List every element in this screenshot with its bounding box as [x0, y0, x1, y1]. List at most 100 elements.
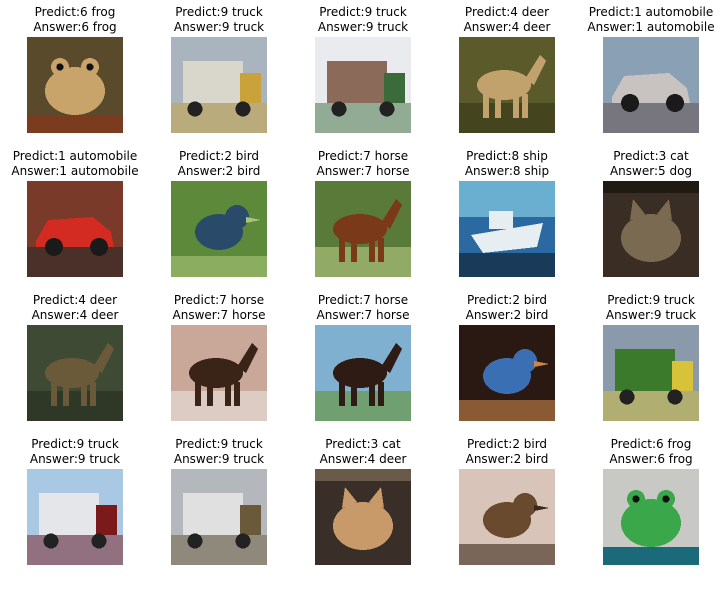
predict-label: Predict:1 automobile: [12, 149, 138, 163]
answer-label: Answer:9 truck: [317, 20, 409, 34]
thumbnail-cat-17: [315, 469, 411, 565]
answer-label: Answer:9 truck: [29, 452, 121, 466]
prediction-cell: Predict:2 bird Answer:2 bird: [435, 293, 579, 433]
answer-label: Answer:6 frog: [33, 20, 117, 34]
thumbnail-cat-9: [603, 181, 699, 277]
image-thumbnail: [27, 469, 123, 565]
thumbnail-truck-1: [171, 37, 267, 133]
answer-label: Answer:9 truck: [173, 20, 265, 34]
image-thumbnail: [603, 469, 699, 565]
thumbnail-ship-8: [459, 181, 555, 277]
thumbnail-deer-3: [459, 37, 555, 133]
answer-label: Answer:9 truck: [173, 452, 265, 466]
image-thumbnail: [603, 325, 699, 421]
predict-label: Predict:9 truck: [175, 437, 263, 451]
answer-label: Answer:4 deer: [463, 20, 551, 34]
thumbnail-automobile-4: [603, 37, 699, 133]
thumbnail-truck-2: [315, 37, 411, 133]
thumbnail-bird-18: [459, 469, 555, 565]
predict-label: Predict:3 cat: [613, 149, 689, 163]
predict-label: Predict:9 truck: [31, 437, 119, 451]
prediction-cell: Predict:4 deer Answer:4 deer: [3, 293, 147, 433]
predict-label: Predict:6 frog: [610, 437, 692, 451]
answer-label: Answer:9 truck: [605, 308, 697, 322]
prediction-cell: Predict:9 truck Answer:9 truck: [3, 437, 147, 577]
predict-label: Predict:4 deer: [32, 293, 118, 307]
answer-label: Answer:2 bird: [465, 452, 549, 466]
image-thumbnail: [171, 469, 267, 565]
predict-label: Predict:9 truck: [607, 293, 695, 307]
thumbnail-horse-7: [315, 181, 411, 277]
prediction-cell: Predict:6 frog Answer:6 frog: [579, 437, 721, 577]
prediction-cell: Predict:3 cat Answer:4 deer: [291, 437, 435, 577]
answer-label: Answer:6 frog: [609, 452, 693, 466]
prediction-cell: Predict:8 ship Answer:8 ship: [435, 149, 579, 289]
answer-label: Answer:5 dog: [609, 164, 693, 178]
image-thumbnail: [315, 181, 411, 277]
thumbnail-automobile-5: [27, 181, 123, 277]
prediction-cell: Predict:1 automobile Answer:1 automobile: [3, 149, 147, 289]
thumbnail-frog-0: [27, 37, 123, 133]
thumbnail-horse-11: [171, 325, 267, 421]
image-thumbnail: [459, 37, 555, 133]
image-thumbnail: [27, 37, 123, 133]
image-thumbnail: [27, 325, 123, 421]
predict-label: Predict:2 bird: [466, 293, 548, 307]
answer-label: Answer:2 bird: [177, 164, 261, 178]
answer-label: Answer:1 automobile: [11, 164, 139, 178]
thumbnail-truck-16: [171, 469, 267, 565]
image-thumbnail: [27, 181, 123, 277]
image-thumbnail: [603, 181, 699, 277]
image-thumbnail: [459, 469, 555, 565]
answer-label: Answer:7 horse: [316, 164, 410, 178]
prediction-cell: Predict:4 deer Answer:4 deer: [435, 5, 579, 145]
image-thumbnail: [459, 181, 555, 277]
predict-label: Predict:3 cat: [325, 437, 401, 451]
prediction-cell: Predict:9 truck Answer:9 truck: [579, 293, 721, 433]
thumbnail-truck-15: [27, 469, 123, 565]
image-thumbnail: [171, 37, 267, 133]
thumbnail-deer-10: [27, 325, 123, 421]
thumbnail-frog-19: [603, 469, 699, 565]
predict-label: Predict:7 horse: [317, 149, 409, 163]
prediction-cell: Predict:6 frog Answer:6 frog: [3, 5, 147, 145]
prediction-cell: Predict:7 horse Answer:7 horse: [147, 293, 291, 433]
prediction-grid: Predict:6 frog Answer:6 frog Predict:9 tr…: [0, 0, 721, 590]
image-thumbnail: [315, 325, 411, 421]
prediction-cell: Predict:9 truck Answer:9 truck: [147, 5, 291, 145]
predict-label: Predict:8 ship: [466, 149, 548, 163]
image-thumbnail: [315, 37, 411, 133]
image-thumbnail: [603, 37, 699, 133]
predict-label: Predict:6 frog: [34, 5, 116, 19]
image-thumbnail: [171, 181, 267, 277]
image-thumbnail: [459, 325, 555, 421]
thumbnail-horse-12: [315, 325, 411, 421]
prediction-cell: Predict:2 bird Answer:2 bird: [435, 437, 579, 577]
predict-label: Predict:7 horse: [317, 293, 409, 307]
predict-label: Predict:9 truck: [319, 5, 407, 19]
prediction-cell: Predict:7 horse Answer:7 horse: [291, 149, 435, 289]
prediction-cell: Predict:7 horse Answer:7 horse: [291, 293, 435, 433]
answer-label: Answer:4 deer: [319, 452, 407, 466]
predict-label: Predict:2 bird: [178, 149, 260, 163]
prediction-cell: Predict:9 truck Answer:9 truck: [147, 437, 291, 577]
predict-label: Predict:1 automobile: [588, 5, 714, 19]
prediction-cell: Predict:2 bird Answer:2 bird: [147, 149, 291, 289]
answer-label: Answer:7 horse: [172, 308, 266, 322]
answer-label: Answer:7 horse: [316, 308, 410, 322]
image-thumbnail: [171, 325, 267, 421]
answer-label: Answer:8 ship: [464, 164, 550, 178]
prediction-cell: Predict:9 truck Answer:9 truck: [291, 5, 435, 145]
answer-label: Answer:4 deer: [31, 308, 119, 322]
predict-label: Predict:4 deer: [464, 5, 550, 19]
predict-label: Predict:9 truck: [175, 5, 263, 19]
answer-label: Answer:2 bird: [465, 308, 549, 322]
predict-label: Predict:2 bird: [466, 437, 548, 451]
prediction-cell: Predict:3 cat Answer:5 dog: [579, 149, 721, 289]
answer-label: Answer:1 automobile: [587, 20, 715, 34]
thumbnail-truck-14: [603, 325, 699, 421]
image-thumbnail: [315, 469, 411, 565]
prediction-cell: Predict:1 automobile Answer:1 automobile: [579, 5, 721, 145]
thumbnail-bird-13: [459, 325, 555, 421]
thumbnail-bird-6: [171, 181, 267, 277]
